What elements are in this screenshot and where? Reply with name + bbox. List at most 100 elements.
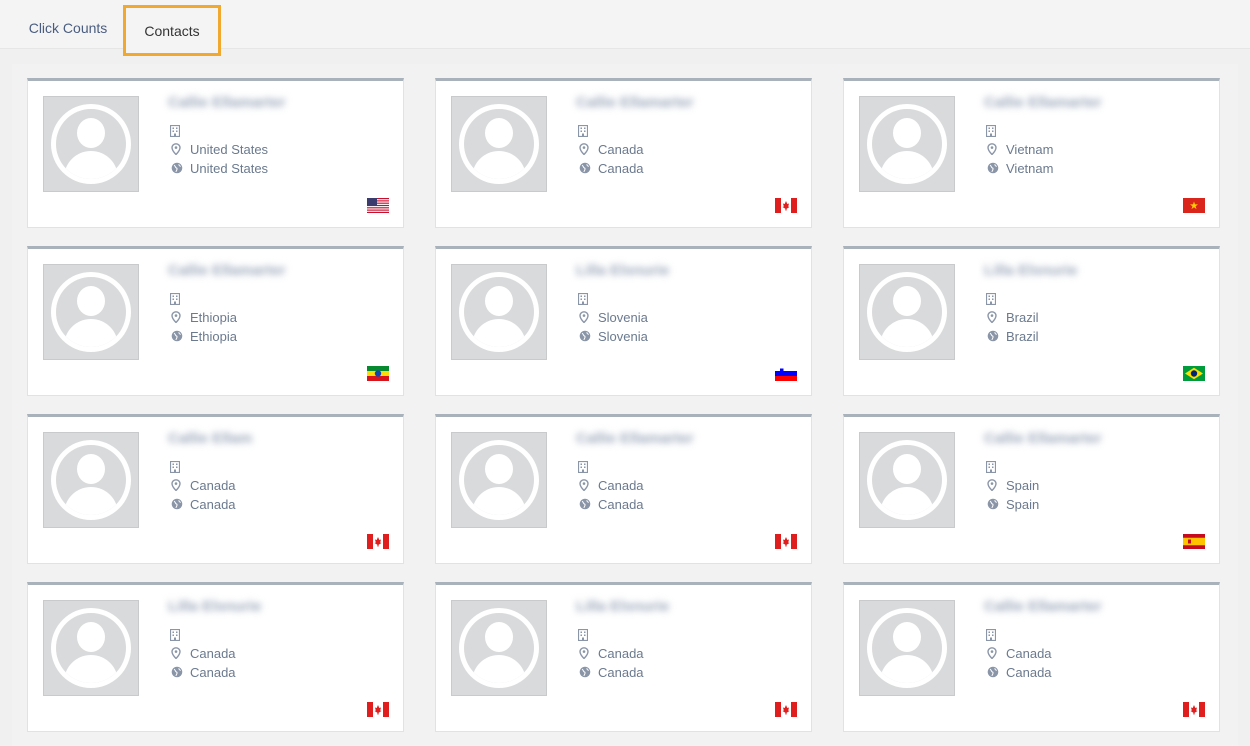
contact-name[interactable]: Lilla Elsnurie xyxy=(576,598,669,615)
contact-location: Canada xyxy=(579,646,644,661)
contact-country: Canada xyxy=(171,497,236,512)
map-marker-icon xyxy=(171,143,181,156)
contact-card[interactable]: Callie Ellamarter Ethiopia Ethiopia xyxy=(27,246,404,396)
location-text: Canada xyxy=(598,478,644,493)
contact-country: Vietnam xyxy=(987,161,1053,176)
tab-bar: Click Counts Contacts xyxy=(0,0,1250,56)
country-text: Vietnam xyxy=(1006,161,1054,176)
country-text: United States xyxy=(190,161,269,176)
building-icon xyxy=(985,628,997,642)
avatar-placeholder xyxy=(859,96,955,192)
location-text: Slovenia xyxy=(598,310,648,325)
location-text: Canada xyxy=(598,142,644,157)
contact-location: United States xyxy=(171,142,268,157)
canada-flag-icon xyxy=(775,198,797,213)
contact-card[interactable]: Lilla Elsnurie Slovenia Slovenia xyxy=(435,246,812,396)
map-marker-icon xyxy=(987,647,997,660)
map-marker-icon xyxy=(171,479,181,492)
country-text: Canada xyxy=(190,665,236,680)
contact-card[interactable]: Lilla Elsnurie Canada Canada xyxy=(27,582,404,732)
map-marker-icon xyxy=(987,479,997,492)
globe-icon xyxy=(579,666,591,678)
contact-country: Slovenia xyxy=(579,329,648,344)
tab-click-counts[interactable]: Click Counts xyxy=(18,6,118,50)
contact-name[interactable]: Lilla Elsnurie xyxy=(168,598,261,615)
globe-icon xyxy=(987,666,999,678)
avatar-placeholder xyxy=(451,432,547,528)
contact-card[interactable]: Lilla Elsnurie Brazil Brazil xyxy=(843,246,1220,396)
ethiopia-flag-icon xyxy=(367,366,389,381)
contact-card[interactable]: Callie Ellamarter Canada Canada xyxy=(435,414,812,564)
contact-country: Canada xyxy=(171,665,236,680)
building-icon xyxy=(169,292,181,306)
globe-icon xyxy=(987,498,999,510)
building-icon xyxy=(985,124,997,138)
contact-name[interactable]: Callie Ellamarter xyxy=(984,430,1102,447)
avatar-placeholder xyxy=(859,600,955,696)
location-text: Canada xyxy=(598,646,644,661)
country-text: Ethiopia xyxy=(190,329,237,344)
avatar-placeholder xyxy=(451,96,547,192)
contact-card[interactable]: Callie Ellam Canada Canada xyxy=(27,414,404,564)
globe-icon xyxy=(171,330,183,342)
contact-name[interactable]: Callie Ellamarter xyxy=(168,262,286,279)
contact-card[interactable]: Callie Ellamarter United States United Sta… xyxy=(27,78,404,228)
building-icon xyxy=(169,460,181,474)
contact-name[interactable]: Lilla Elsnurie xyxy=(576,262,669,279)
slovenia-flag-icon xyxy=(775,366,797,381)
contact-country: Spain xyxy=(987,497,1039,512)
map-marker-icon xyxy=(579,143,589,156)
map-marker-icon xyxy=(579,311,589,324)
location-text: Canada xyxy=(190,646,236,661)
canada-flag-icon xyxy=(367,702,389,717)
globe-icon xyxy=(987,162,999,174)
contact-country: Ethiopia xyxy=(171,329,237,344)
country-text: Brazil xyxy=(1006,329,1039,344)
contact-location: Ethiopia xyxy=(171,310,237,325)
location-text: Canada xyxy=(1006,646,1052,661)
contact-country: Canada xyxy=(579,665,644,680)
avatar-placeholder xyxy=(43,600,139,696)
contact-name[interactable]: Callie Ellamarter xyxy=(984,94,1102,111)
contact-country: Canada xyxy=(579,161,644,176)
contact-country: Brazil xyxy=(987,329,1039,344)
contact-name[interactable]: Callie Ellamarter xyxy=(984,598,1102,615)
country-text: Canada xyxy=(598,497,644,512)
avatar-placeholder xyxy=(859,432,955,528)
contact-name[interactable]: Callie Ellamarter xyxy=(576,94,694,111)
contact-location: Slovenia xyxy=(579,310,648,325)
contact-name[interactable]: Callie Ellamarter xyxy=(168,94,286,111)
country-text: Spain xyxy=(1006,497,1040,512)
contact-card[interactable]: Callie Ellamarter Canada Canada xyxy=(435,78,812,228)
location-text: Spain xyxy=(1006,478,1040,493)
globe-icon xyxy=(171,162,183,174)
canada-flag-icon xyxy=(367,534,389,549)
contact-name[interactable]: Callie Ellamarter xyxy=(576,430,694,447)
avatar-placeholder xyxy=(451,600,547,696)
contact-name[interactable]: Callie Ellam xyxy=(168,430,252,447)
contact-card[interactable]: Callie Ellamarter Vietnam Vietnam xyxy=(843,78,1220,228)
contact-location: Canada xyxy=(171,478,236,493)
avatar-placeholder xyxy=(43,432,139,528)
building-icon xyxy=(169,124,181,138)
contact-card[interactable]: Callie Ellamarter Canada Canada xyxy=(843,582,1220,732)
tab-contacts[interactable]: Contacts xyxy=(123,5,221,56)
contact-location: Spain xyxy=(987,478,1039,493)
contact-card[interactable]: Callie Ellamarter Spain Spain xyxy=(843,414,1220,564)
contact-location: Canada xyxy=(171,646,236,661)
map-marker-icon xyxy=(579,647,589,660)
avatar-placeholder xyxy=(451,264,547,360)
contact-location: Canada xyxy=(987,646,1052,661)
building-icon xyxy=(985,460,997,474)
globe-icon xyxy=(171,666,183,678)
contact-card[interactable]: Lilla Elsnurie Canada Canada xyxy=(435,582,812,732)
building-icon xyxy=(577,460,589,474)
building-icon xyxy=(169,628,181,642)
map-marker-icon xyxy=(579,479,589,492)
avatar-placeholder xyxy=(859,264,955,360)
globe-icon xyxy=(987,330,999,342)
contact-location: Brazil xyxy=(987,310,1039,325)
contact-name[interactable]: Lilla Elsnurie xyxy=(984,262,1077,279)
spain-flag-icon xyxy=(1183,534,1205,549)
building-icon xyxy=(577,292,589,306)
